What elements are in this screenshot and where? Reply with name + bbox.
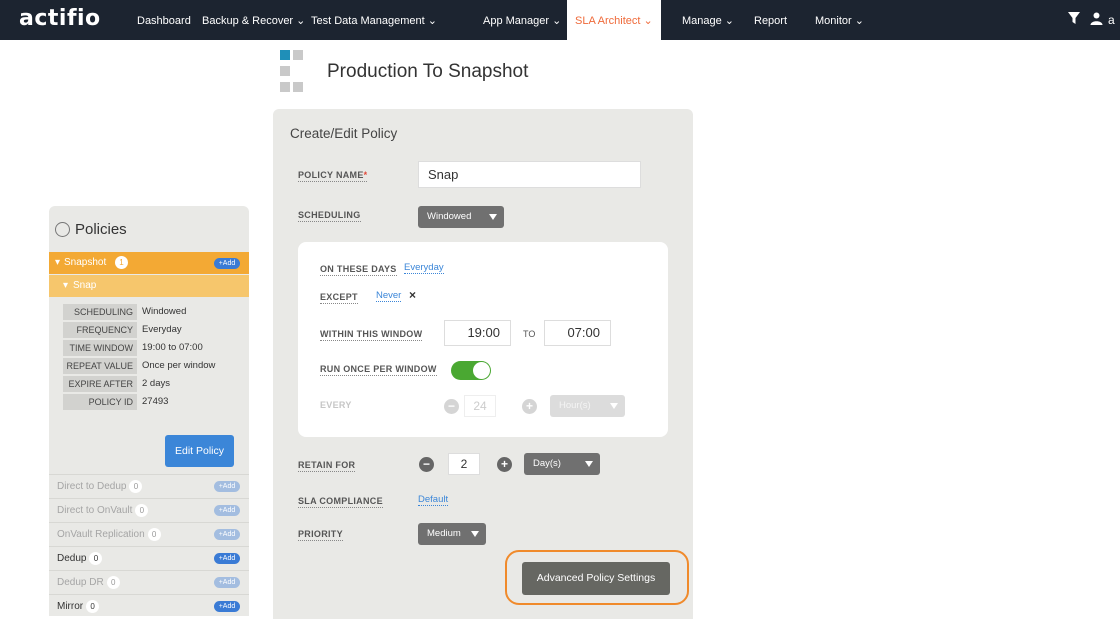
page-title: Production To Snapshot [327,61,529,82]
snapshot-label: Snapshot [64,257,107,268]
policy-name-label: POLICY NAME* [298,170,368,182]
run-once-toggle[interactable] [451,361,491,380]
policies-sidebar: Policies ▾ Snapshot 1 +Add ▾ Snap SCHEDU… [49,206,249,616]
caret-down-icon [585,461,593,467]
policy-group-direct-to-onvault[interactable]: Direct to OnVault 0 +Add [49,498,249,520]
policy-group-dedup-dr[interactable]: Dedup DR 0 +Add [49,570,249,592]
policy-item-snap[interactable]: ▾ Snap [49,275,249,297]
policies-title: Policies [75,221,127,238]
top-nav: actifio Dashboard Backup & Recover ⌄ Tes… [0,0,1120,40]
nav-test-data-management[interactable]: Test Data Management ⌄ [311,0,437,40]
sla-compliance-label: SLA COMPLIANCE [298,496,383,508]
on-these-days-label: ON THESE DAYS [320,264,397,276]
retain-for-label: RETAIN FOR [298,460,356,472]
filter-icon[interactable] [1068,12,1080,28]
priority-label: PRIORITY [298,529,343,541]
add-dedup-button[interactable]: +Add [214,553,240,564]
nav-app-manager[interactable]: App Manager ⌄ [483,0,561,40]
sla-compliance-link[interactable]: Default [418,494,449,506]
add-snapshot-button[interactable]: +Add [214,258,240,269]
snapshot-count-badge: 1 [115,256,128,269]
clear-except-icon[interactable]: × [409,288,416,302]
snap-label: Snap [73,280,97,291]
edit-policy-button[interactable]: Edit Policy [165,435,234,467]
scheduling-label: SCHEDULING [298,210,361,222]
retain-decrement-button[interactable]: − [419,457,434,472]
every-input[interactable]: 24 [464,395,496,417]
chevron-down-icon: ▾ [55,257,61,268]
on-these-days-link[interactable]: Everyday [404,262,444,274]
detail-policy-id: POLICY ID 27493 [49,394,249,412]
every-decrement-button[interactable]: − [444,399,459,414]
policy-group-snapshot[interactable]: ▾ Snapshot 1 +Add [49,252,249,274]
user-name[interactable]: a [1108,13,1115,27]
retain-increment-button[interactable]: + [497,457,512,472]
retain-unit-dropdown[interactable]: Day(s) [524,453,600,475]
detail-frequency: FREQUENCY Everyday [49,322,249,340]
detail-expire-after: EXPIRE AFTER 2 days [49,376,249,394]
nav-backup-recover[interactable]: Backup & Recover ⌄ [202,0,305,40]
window-to-label: TO [523,329,536,339]
caret-down-icon [471,531,479,537]
window-start-input[interactable]: 19:00 [444,320,511,346]
priority-dropdown[interactable]: Medium [418,523,486,545]
policy-form-panel: Create/Edit Policy POLICY NAME* Snap SCH… [273,109,693,619]
panel-title: Create/Edit Policy [290,126,398,141]
every-increment-button[interactable]: + [522,399,537,414]
retain-input[interactable]: 2 [448,453,480,475]
template-grid-icon [274,48,310,94]
every-unit-dropdown[interactable]: Hour(s) [550,395,625,417]
caret-down-icon [489,214,497,220]
nav-report[interactable]: Report [754,0,787,40]
caret-down-icon [610,403,618,409]
run-once-label: RUN ONCE PER WINDOW [320,364,437,376]
schedule-box: ON THESE DAYS Everyday EXCEPT Never × WI… [298,242,668,437]
window-end-input[interactable]: 07:00 [544,320,611,346]
add-direct-to-onvault-button[interactable]: +Add [214,505,240,516]
nav-dashboard[interactable]: Dashboard [137,0,191,40]
advanced-policy-settings-button[interactable]: Advanced Policy Settings [522,562,670,595]
chevron-down-icon: ▾ [63,280,69,291]
detail-repeat-value: REPEAT VALUE Once per window [49,358,249,376]
policy-circle-icon [55,222,70,237]
user-icon[interactable] [1090,12,1103,28]
policy-group-dedup[interactable]: Dedup 0 +Add [49,546,249,568]
detail-time-window: TIME WINDOW 19:00 to 07:00 [49,340,249,358]
within-window-label: WITHIN THIS WINDOW [320,329,423,341]
scheduling-dropdown[interactable]: Windowed [418,206,504,228]
nav-sla-architect[interactable]: SLA Architect ⌄ [567,0,661,40]
add-onvault-replication-button[interactable]: +Add [214,529,240,540]
nav-monitor[interactable]: Monitor ⌄ [815,0,864,40]
add-direct-to-dedup-button[interactable]: +Add [214,481,240,492]
add-dedup-dr-button[interactable]: +Add [214,577,240,588]
except-link[interactable]: Never [376,290,402,302]
nav-manage[interactable]: Manage ⌄ [682,0,734,40]
policy-group-onvault-replication[interactable]: OnVault Replication 0 +Add [49,522,249,544]
policies-header: Policies [49,206,249,251]
actifio-logo[interactable]: actifio [19,6,101,31]
policy-group-mirror[interactable]: Mirror 0 +Add [49,594,249,616]
policy-name-input[interactable]: Snap [418,161,641,188]
except-label: EXCEPT [320,292,358,304]
every-label: EVERY [320,400,352,410]
policy-group-direct-to-dedup[interactable]: Direct to Dedup 0 +Add [49,474,249,496]
detail-scheduling: SCHEDULING Windowed [49,304,249,322]
